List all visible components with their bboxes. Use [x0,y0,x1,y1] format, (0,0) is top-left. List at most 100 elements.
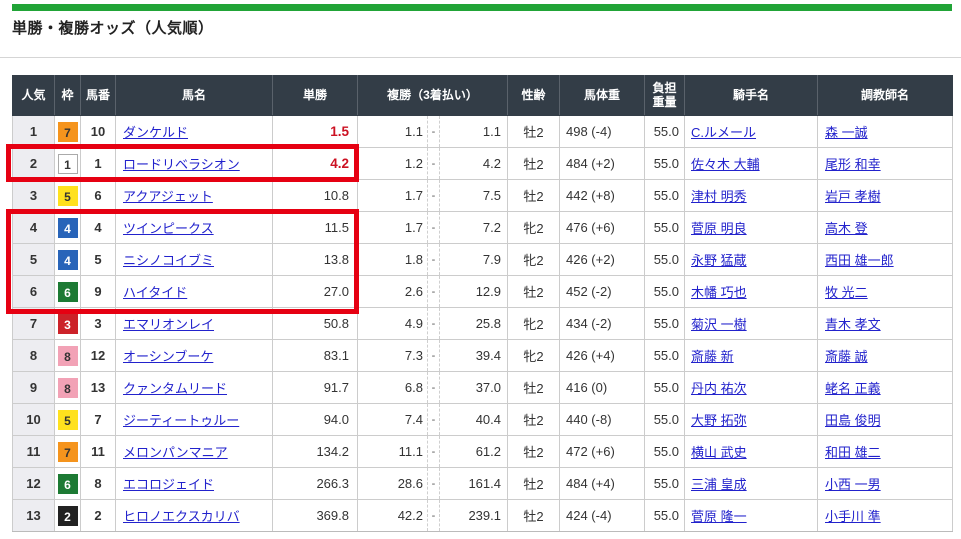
place-odds-separator: - [428,404,440,436]
trainer-cell: 牧 光二 [818,276,953,308]
trainer-link[interactable]: 西田 雄一郎 [825,253,894,268]
table-row: 13 2 2 ヒロノエクスカリバ 369.8 42.2 - 239.1 牡2 4… [13,500,953,532]
horse-weight-cell: 472 (+6) [560,436,645,468]
place-odds-separator: - [428,244,440,276]
place-odds-separator: - [428,500,440,532]
jockey-link[interactable]: C.ルメール [691,125,756,140]
trainer-link[interactable]: 牧 光二 [825,285,868,300]
trainer-link[interactable]: 田島 俊明 [825,413,881,428]
rank-cell: 4 [13,212,55,244]
jockey-link[interactable]: 菊沢 一樹 [691,317,747,332]
table-row: 5 4 5 ニシノコイブミ 13.8 1.8 - 7.9 牝2 426 (+2)… [13,244,953,276]
sex-age-cell: 牡2 [508,372,560,404]
horse-name-link[interactable]: エマリオンレイ [123,317,214,332]
trainer-link[interactable]: 高木 登 [825,221,868,236]
horse-number-cell: 4 [81,212,116,244]
jockey-cell: 永野 猛蔵 [685,244,818,276]
place-odds-high-cell: 239.1 [440,500,508,532]
rank-cell: 5 [13,244,55,276]
horse-name-link[interactable]: メロンパンマニア [123,445,228,460]
trainer-link[interactable]: 青木 孝文 [825,317,881,332]
frame-cell: 5 [55,180,81,212]
place-odds-high-cell: 39.4 [440,340,508,372]
horse-weight-cell: 442 (+8) [560,180,645,212]
odds-table: 人気 枠 馬番 馬名 単勝 複勝（3着払い） 性齢 馬体重 負担重量 騎手名 調… [12,75,953,532]
win-odds-cell: 13.8 [273,244,358,276]
trainer-link[interactable]: 和田 雄二 [825,445,881,460]
jockey-link[interactable]: 丹内 祐次 [691,381,747,396]
trainer-cell: 岩戸 孝樹 [818,180,953,212]
trainer-link[interactable]: 尾形 和幸 [825,157,881,172]
jockey-cell: 菅原 隆一 [685,500,818,532]
horse-number-cell: 12 [81,340,116,372]
jockey-link[interactable]: 永野 猛蔵 [691,253,747,268]
jockey-link[interactable]: 横山 武史 [691,445,747,460]
page-title: 単勝・複勝オッズ（人気順） [12,17,214,38]
trainer-link[interactable]: 蛯名 正義 [825,381,881,396]
trainer-link[interactable]: 小手川 準 [825,509,881,524]
jockey-link[interactable]: 菅原 明良 [691,221,747,236]
place-odds-low-cell: 1.1 [358,116,428,148]
jockey-link[interactable]: 津村 明秀 [691,189,747,204]
win-odds-cell: 27.0 [273,276,358,308]
place-odds-separator: - [428,276,440,308]
place-odds-separator: - [428,340,440,372]
frame-cell: 6 [55,276,81,308]
frame-cell: 7 [55,436,81,468]
win-odds-cell: 10.8 [273,180,358,212]
horse-name-link[interactable]: オーシンブーケ [123,349,213,364]
trainer-link[interactable]: 岩戸 孝樹 [825,189,881,204]
place-odds-low-cell: 1.8 [358,244,428,276]
horse-number-cell: 7 [81,404,116,436]
sex-age-cell: 牡2 [508,276,560,308]
place-odds-high-cell: 12.9 [440,276,508,308]
horse-name-link[interactable]: ロードリベラシオン [123,157,240,172]
horse-name-link[interactable]: アクアジェット [123,189,213,204]
horse-name-link[interactable]: ヒロノエクスカリバ [123,509,240,524]
header-horse-weight: 馬体重 [560,76,645,116]
trainer-cell: 尾形 和幸 [818,148,953,180]
horse-name-link[interactable]: ツインピークス [123,221,214,236]
horse-name-link[interactable]: ジーティートゥルー [123,413,239,428]
horse-name-link[interactable]: ダンケルド [123,125,188,140]
sex-age-cell: 牝2 [508,308,560,340]
horse-name-cell: クァンタムリード [116,372,273,404]
place-odds-separator: - [428,468,440,500]
horse-name-link[interactable]: エコロジェイド [123,477,214,492]
table-row: 2 1 1 ロードリベラシオン 4.2 1.2 - 4.2 牡2 484 (+2… [13,148,953,180]
jockey-cell: 横山 武史 [685,436,818,468]
jockey-link[interactable]: 大野 拓弥 [691,413,747,428]
horse-name-cell: ヒロノエクスカリバ [116,500,273,532]
trainer-link[interactable]: 斎藤 誠 [825,349,868,364]
jockey-link[interactable]: 佐々木 大輔 [691,157,760,172]
load-weight-cell: 55.0 [645,436,685,468]
horse-name-cell: エコロジェイド [116,468,273,500]
horse-number-cell: 2 [81,500,116,532]
horse-number-cell: 9 [81,276,116,308]
horse-name-link[interactable]: ハイタイド [123,285,187,300]
rank-cell: 6 [13,276,55,308]
win-odds-cell: 1.5 [273,116,358,148]
header-place-odds: 複勝（3着払い） [358,76,508,116]
trainer-link[interactable]: 小西 一男 [825,477,881,492]
rank-cell: 2 [13,148,55,180]
win-odds-cell: 134.2 [273,436,358,468]
table-row: 1 7 10 ダンケルド 1.5 1.1 - 1.1 牡2 498 (-4) 5… [13,116,953,148]
sex-age-cell: 牝2 [508,340,560,372]
horse-name-link[interactable]: ニシノコイブミ [123,253,214,268]
horse-number-cell: 13 [81,372,116,404]
horse-weight-cell: 484 (+4) [560,468,645,500]
horse-name-link[interactable]: クァンタムリード [123,381,227,396]
table-row: 3 5 6 アクアジェット 10.8 1.7 - 7.5 牡2 442 (+8)… [13,180,953,212]
load-weight-cell: 55.0 [645,500,685,532]
jockey-link[interactable]: 菅原 隆一 [691,509,747,524]
jockey-link[interactable]: 木幡 巧也 [691,285,747,300]
jockey-link[interactable]: 三浦 皇成 [691,477,747,492]
trainer-cell: 小手川 準 [818,500,953,532]
jockey-link[interactable]: 斎藤 新 [691,349,734,364]
trainer-link[interactable]: 森 一誠 [825,125,868,140]
horse-name-cell: ダンケルド [116,116,273,148]
horse-weight-cell: 484 (+2) [560,148,645,180]
jockey-cell: 木幡 巧也 [685,276,818,308]
win-odds-cell: 50.8 [273,308,358,340]
